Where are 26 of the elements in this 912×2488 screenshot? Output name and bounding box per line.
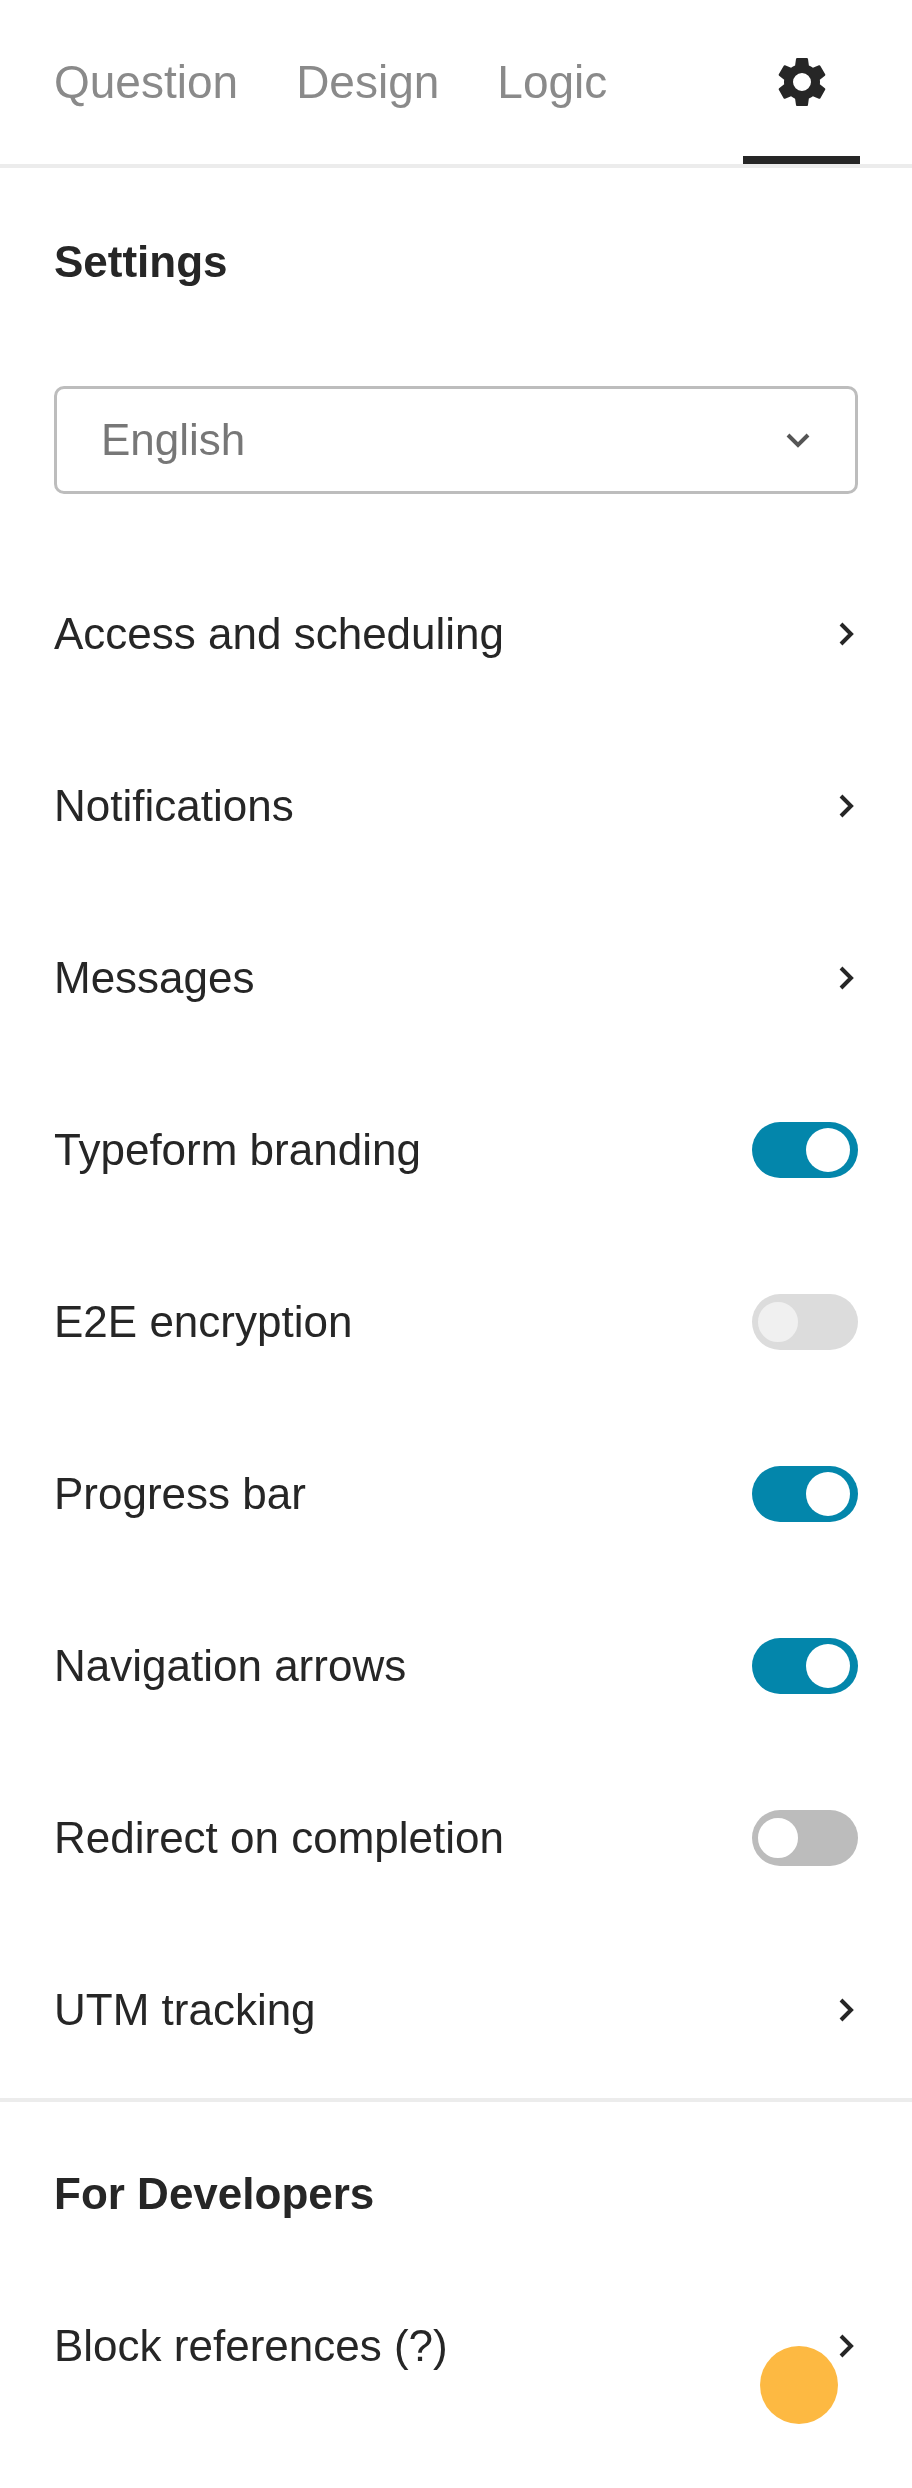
setting-label: Typeform branding [54, 1125, 421, 1175]
setting-label: UTM tracking [54, 1985, 316, 2035]
setting-label: Progress bar [54, 1469, 306, 1519]
setting-label: Access and scheduling [54, 609, 505, 659]
tab[interactable]: Question [54, 0, 239, 164]
setting-label: Block references (?) [54, 2321, 448, 2371]
tab[interactable]: Logic [497, 0, 608, 164]
chevron-right-icon[interactable] [838, 965, 854, 991]
language-dropdown[interactable]: English [54, 386, 858, 494]
chevron-right-icon[interactable] [838, 621, 854, 647]
setting-label: Notifications [54, 781, 294, 831]
chevron-right-icon[interactable] [838, 1997, 854, 2023]
section-heading: Settings [54, 236, 229, 288]
toggle-switch[interactable] [752, 1122, 858, 1178]
setting-label: E2E encryption [54, 1297, 353, 1347]
caret-icon [785, 432, 811, 448]
toggle-switch[interactable] [752, 1466, 858, 1522]
chevron-right-icon[interactable] [838, 793, 854, 819]
chevron-right-icon[interactable] [838, 2333, 854, 2359]
toggle-switch[interactable] [752, 1810, 858, 1866]
setting-label: Messages [54, 953, 255, 1003]
setting-label: Redirect on completion [54, 1813, 504, 1863]
toggle-switch[interactable] [752, 1638, 858, 1694]
setting-label: Navigation arrows [54, 1641, 407, 1691]
tab[interactable]: Design [296, 0, 440, 164]
section-heading: For Developers [54, 2168, 376, 2220]
